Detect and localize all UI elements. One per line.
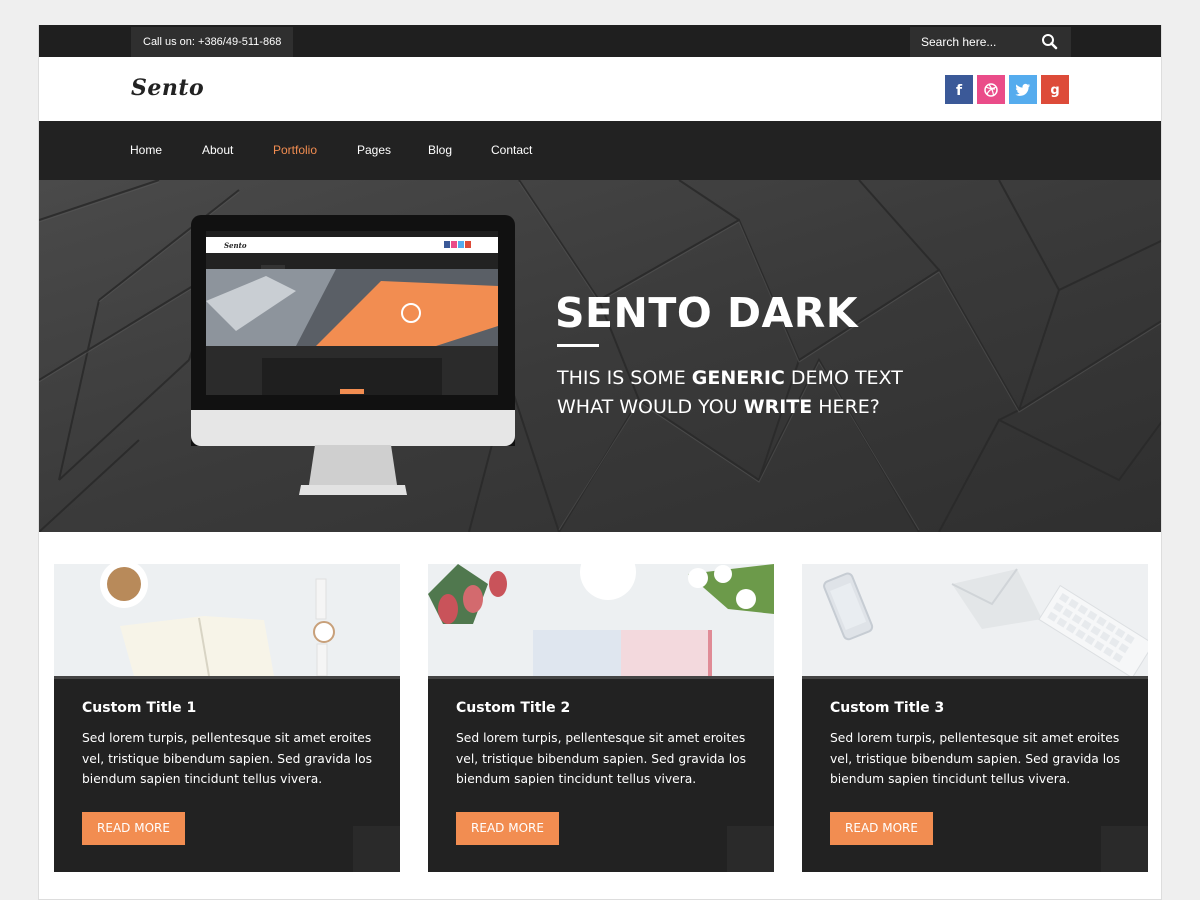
main-nav: Home About Portfolio Pages Blog Contact (39, 121, 1161, 180)
hero-subtitle: THIS IS SOME GENERIC DEMO TEXT WHAT WOUL… (557, 367, 903, 418)
svg-text:Sento: Sento (224, 241, 247, 250)
feature-card: Custom Title 3 Sed lorem turpis, pellent… (802, 564, 1148, 872)
card-text: Sed lorem turpis, pellentesque sit amet … (82, 731, 373, 786)
nav-item-pages[interactable]: Pages (357, 121, 391, 180)
dribbble-icon[interactable] (977, 75, 1005, 104)
nav-item-blog[interactable]: Blog (428, 121, 452, 180)
search-input[interactable] (910, 27, 1038, 57)
site-logo[interactable]: Sento (131, 75, 204, 101)
google-plus-icon[interactable]: g (1041, 75, 1069, 104)
call-us-text: Call us on: +386/49-511-868 (131, 27, 294, 57)
read-more-button[interactable]: READ MORE (82, 812, 185, 845)
nav-item-home[interactable]: Home (130, 121, 162, 180)
search-box (910, 27, 1071, 57)
card-text: Sed lorem turpis, pellentesque sit amet … (830, 731, 1121, 786)
hero-divider (557, 344, 599, 347)
card-title: Custom Title 1 (82, 700, 197, 716)
svg-text:g: g (1050, 83, 1059, 98)
card-image (54, 564, 400, 676)
search-icon[interactable] (1040, 32, 1060, 52)
twitter-icon[interactable] (1009, 75, 1037, 104)
svg-text:f: f (956, 83, 963, 98)
facebook-icon[interactable]: f (945, 75, 973, 104)
nav-item-portfolio[interactable]: Portfolio (273, 121, 317, 180)
card-text: Sed lorem turpis, pellentesque sit amet … (456, 731, 747, 786)
card-title: Custom Title 3 (830, 700, 945, 716)
card-image (802, 564, 1148, 676)
feature-card: Custom Title 1 Sed lorem turpis, pellent… (54, 564, 400, 872)
monitor-stand (299, 445, 407, 495)
site-header: Sento f g (39, 57, 1161, 121)
nav-item-about[interactable]: About (202, 121, 233, 180)
nav-item-contact[interactable]: Contact (491, 121, 532, 180)
read-more-button[interactable]: READ MORE (456, 812, 559, 845)
feature-card: Custom Title 2 Sed lorem turpis, pellent… (428, 564, 774, 872)
hero-slider: Sento SENTO DARK THIS IS SOME GENERIC DE… (39, 180, 1161, 532)
top-bar: Call us on: +386/49-511-868 (39, 25, 1161, 57)
hero-title: SENTO DARK (555, 289, 859, 337)
read-more-button[interactable]: READ MORE (830, 812, 933, 845)
page: Call us on: +386/49-511-868 Sento f (38, 25, 1162, 900)
card-image (428, 564, 774, 676)
monitor-screen-preview: Sento (206, 231, 498, 395)
card-title: Custom Title 2 (456, 700, 571, 716)
monitor-chin (191, 410, 515, 446)
